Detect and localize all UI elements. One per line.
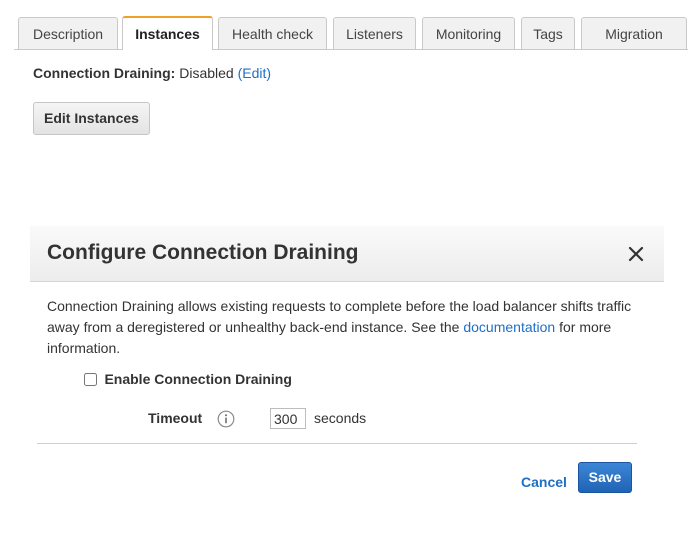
connection-draining-label: Connection Draining:	[33, 65, 176, 81]
enable-draining-label[interactable]: Enable Connection Draining	[104, 371, 291, 387]
edit-instances-button[interactable]: Edit Instances	[33, 102, 150, 135]
tab-instances[interactable]: Instances	[122, 16, 213, 50]
dialog-divider	[37, 443, 637, 444]
cancel-button[interactable]: Cancel	[521, 474, 567, 490]
tab-monitoring[interactable]: Monitoring	[422, 17, 515, 49]
edit-draining-link[interactable]: (Edit)	[238, 65, 271, 81]
dialog-title: Configure Connection Draining	[47, 241, 359, 264]
enable-draining-checkbox[interactable]	[84, 373, 97, 386]
connection-draining-status: Connection Draining: Disabled (Edit)	[33, 65, 271, 81]
tab-migration[interactable]: Migration	[581, 17, 687, 49]
tab-listeners[interactable]: Listeners	[333, 17, 416, 49]
close-icon[interactable]	[626, 244, 646, 264]
tab-bar: Description Instances Health check Liste…	[14, 16, 688, 50]
dialog-description: Connection Draining allows existing requ…	[47, 296, 637, 359]
dialog-header: Configure Connection Draining	[30, 226, 664, 282]
documentation-link[interactable]: documentation	[463, 319, 555, 335]
timeout-unit: seconds	[314, 410, 367, 426]
timeout-input[interactable]	[270, 408, 306, 429]
save-button[interactable]: Save	[578, 462, 632, 493]
tab-description[interactable]: Description	[18, 17, 118, 49]
configure-draining-dialog: Configure Connection Draining Connection…	[30, 226, 664, 516]
info-icon[interactable]	[217, 410, 235, 428]
enable-draining-row: Enable Connection Draining	[84, 371, 292, 391]
tab-health-check[interactable]: Health check	[218, 17, 327, 49]
timeout-label: Timeout	[148, 410, 203, 426]
tab-tags[interactable]: Tags	[521, 17, 575, 49]
connection-draining-value: Disabled	[179, 65, 234, 81]
